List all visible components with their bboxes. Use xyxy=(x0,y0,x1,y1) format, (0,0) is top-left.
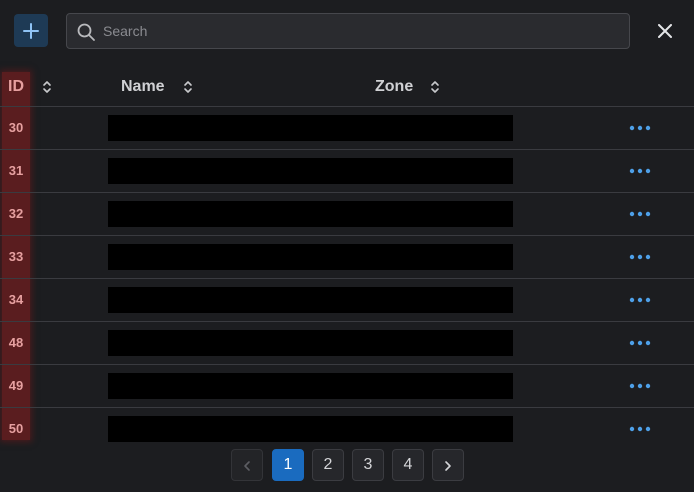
row-id: 33 xyxy=(8,249,24,264)
row-actions-button[interactable] xyxy=(627,163,653,179)
row-actions-button[interactable] xyxy=(627,378,653,394)
more-horizontal-icon xyxy=(629,254,651,260)
column-header-zone[interactable]: Zone xyxy=(375,72,413,102)
more-horizontal-icon xyxy=(629,211,651,217)
pagination: 1 2 3 4 xyxy=(0,449,694,482)
more-horizontal-icon xyxy=(629,426,651,432)
table-row[interactable]: 33 xyxy=(0,235,694,278)
sort-icon[interactable] xyxy=(182,80,194,94)
redacted-cell xyxy=(108,244,513,270)
redacted-cell xyxy=(108,201,513,227)
page-2-button[interactable]: 2 xyxy=(312,449,344,481)
row-id: 50 xyxy=(8,421,24,436)
more-horizontal-icon xyxy=(629,340,651,346)
more-horizontal-icon xyxy=(629,297,651,303)
row-id: 34 xyxy=(8,292,24,307)
row-actions-button[interactable] xyxy=(627,120,653,136)
redacted-cell xyxy=(108,330,513,356)
close-button[interactable] xyxy=(652,18,678,44)
row-id: 48 xyxy=(8,335,24,350)
row-id: 32 xyxy=(8,206,24,221)
column-header-id[interactable]: ID xyxy=(8,72,24,102)
search-box xyxy=(66,13,630,49)
redacted-cell xyxy=(108,158,513,184)
row-actions-button[interactable] xyxy=(627,249,653,265)
page-1-button[interactable]: 1 xyxy=(272,449,304,481)
prev-page-button[interactable] xyxy=(231,449,263,481)
close-icon xyxy=(658,24,672,38)
table-row[interactable]: 32 xyxy=(0,192,694,235)
more-horizontal-icon xyxy=(629,125,651,131)
toolbar xyxy=(0,0,694,64)
chevron-right-icon xyxy=(445,461,451,471)
add-button[interactable] xyxy=(14,14,48,47)
table-row[interactable]: 48 xyxy=(0,321,694,364)
redacted-cell xyxy=(108,416,513,442)
table-header: ID Name Zone xyxy=(0,72,694,106)
page-4-button[interactable]: 4 xyxy=(392,449,424,481)
row-id: 30 xyxy=(8,120,24,135)
chevron-left-icon xyxy=(244,461,250,471)
table-row[interactable]: 31 xyxy=(0,149,694,192)
next-page-button[interactable] xyxy=(432,449,464,481)
sort-icon[interactable] xyxy=(41,80,53,94)
table-row[interactable]: 50 xyxy=(0,407,694,450)
row-actions-button[interactable] xyxy=(627,421,653,437)
search-input[interactable] xyxy=(103,14,623,48)
redacted-cell xyxy=(108,115,513,141)
table-row[interactable]: 49 xyxy=(0,364,694,407)
more-horizontal-icon xyxy=(629,383,651,389)
row-id: 49 xyxy=(8,378,24,393)
table-row[interactable]: 30 xyxy=(0,106,694,149)
plus-icon xyxy=(23,22,39,39)
search-icon xyxy=(77,23,95,41)
column-header-name[interactable]: Name xyxy=(121,72,165,102)
row-actions-button[interactable] xyxy=(627,206,653,222)
redacted-cell xyxy=(108,373,513,399)
redacted-cell xyxy=(108,287,513,313)
more-horizontal-icon xyxy=(629,168,651,174)
page-3-button[interactable]: 3 xyxy=(352,449,384,481)
row-actions-button[interactable] xyxy=(627,292,653,308)
table-row[interactable]: 34 xyxy=(0,278,694,321)
row-actions-button[interactable] xyxy=(627,335,653,351)
row-id: 31 xyxy=(8,163,24,178)
sort-icon[interactable] xyxy=(429,80,441,94)
